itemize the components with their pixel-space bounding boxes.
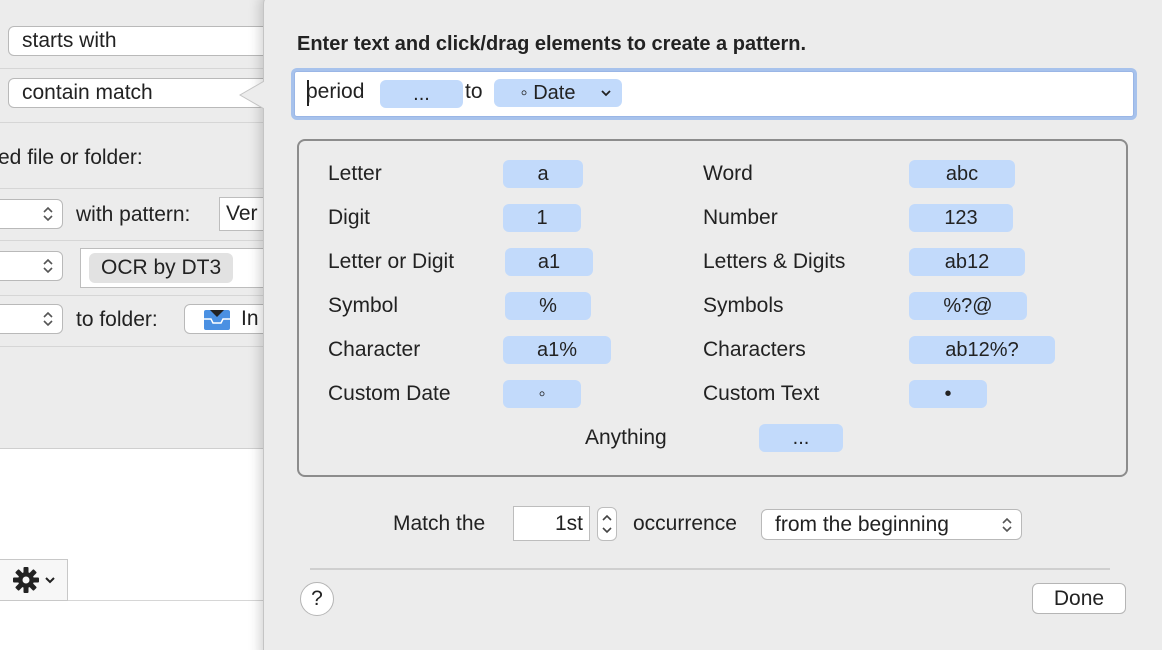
to-folder-label: to folder: bbox=[76, 308, 158, 331]
popup-arrows-icon bbox=[43, 206, 53, 222]
script-token-field[interactable]: OCR by DT3 bbox=[80, 248, 290, 288]
action-popup-3[interactable] bbox=[0, 304, 63, 334]
element-token-character[interactable]: a1% bbox=[503, 336, 611, 364]
element-label: Letter or Digit bbox=[328, 250, 455, 273]
pattern-chip-date[interactable]: ◦ Date bbox=[494, 79, 622, 107]
chevron-down-icon bbox=[601, 90, 611, 97]
script-token[interactable]: OCR by DT3 bbox=[89, 253, 234, 283]
element-label: Characters bbox=[703, 338, 806, 361]
element-token-letters-digits[interactable]: ab12 bbox=[909, 248, 1025, 276]
instruction-text: Enter text and click/drag elements to cr… bbox=[297, 33, 807, 55]
folder-name: In bbox=[241, 307, 259, 330]
pattern-text-period: period bbox=[306, 80, 365, 103]
chevron-down-icon bbox=[44, 577, 55, 584]
element-token-anything[interactable]: ... bbox=[759, 424, 843, 452]
element-label: Symbols bbox=[703, 294, 784, 317]
condition-popup-starts-with[interactable]: starts with bbox=[8, 26, 288, 56]
element-label: Custom Text bbox=[703, 382, 820, 405]
with-pattern-label: with pattern: bbox=[76, 203, 191, 226]
from-position-select[interactable]: from the beginning bbox=[761, 509, 1022, 540]
condition-popup-label: starts with bbox=[22, 29, 117, 52]
element-label: Character bbox=[328, 338, 421, 361]
element-label: Number bbox=[703, 206, 778, 229]
section-label: ed file or folder: bbox=[0, 146, 143, 169]
popup-arrows-icon bbox=[43, 258, 53, 274]
element-label: Custom Date bbox=[328, 382, 451, 405]
from-position-label: from the beginning bbox=[775, 513, 949, 536]
element-label: Letter bbox=[328, 162, 382, 185]
action-popup-2[interactable] bbox=[0, 251, 63, 281]
element-token-number[interactable]: 123 bbox=[909, 204, 1013, 232]
element-token-characters[interactable]: ab12%? bbox=[909, 336, 1055, 364]
pattern-text-to: to bbox=[465, 80, 483, 103]
stepper-arrows-icon bbox=[602, 514, 612, 534]
pattern-chip-anything[interactable]: ... bbox=[380, 80, 463, 108]
date-chip-label: ◦ Date bbox=[520, 82, 576, 104]
rule-editor-pane: starts with contain match ed file or fol… bbox=[0, 0, 300, 448]
element-token-symbol[interactable]: % bbox=[505, 292, 591, 320]
element-token-custom-date[interactable]: ◦ bbox=[503, 380, 581, 408]
element-token-symbols[interactable]: %?@ bbox=[909, 292, 1027, 320]
popover-arrow bbox=[238, 80, 266, 110]
action-menu-button[interactable] bbox=[0, 559, 68, 601]
element-label: Word bbox=[703, 162, 753, 185]
action-popup-1[interactable] bbox=[0, 199, 63, 229]
element-token-word[interactable]: abc bbox=[909, 160, 1015, 188]
element-token-letter-or-digit[interactable]: a1 bbox=[505, 248, 593, 276]
divider bbox=[310, 568, 1110, 570]
element-label: Digit bbox=[328, 206, 371, 229]
text-caret bbox=[307, 80, 309, 106]
inbox-icon bbox=[204, 310, 230, 330]
occurrence-label: occurrence bbox=[633, 512, 737, 535]
element-label: Symbol bbox=[328, 294, 399, 317]
popup-arrows-icon bbox=[1002, 517, 1012, 533]
rules-list-area bbox=[0, 448, 300, 650]
done-button[interactable]: Done bbox=[1032, 583, 1126, 614]
popup-arrows-icon bbox=[43, 311, 53, 327]
occurrence-input[interactable]: 1st bbox=[513, 506, 590, 541]
occurrence-stepper[interactable] bbox=[597, 507, 617, 541]
element-token-custom-text[interactable]: • bbox=[909, 380, 987, 408]
element-token-digit[interactable]: 1 bbox=[503, 204, 581, 232]
element-label: Anything bbox=[585, 426, 667, 449]
condition-popup-label: contain match bbox=[22, 81, 153, 104]
match-prefix-label: Match the bbox=[393, 512, 486, 535]
help-button[interactable]: ? bbox=[300, 582, 334, 616]
element-label: Letters & Digits bbox=[703, 250, 846, 273]
gear-icon bbox=[12, 567, 39, 593]
element-token-letter[interactable]: a bbox=[503, 160, 583, 188]
